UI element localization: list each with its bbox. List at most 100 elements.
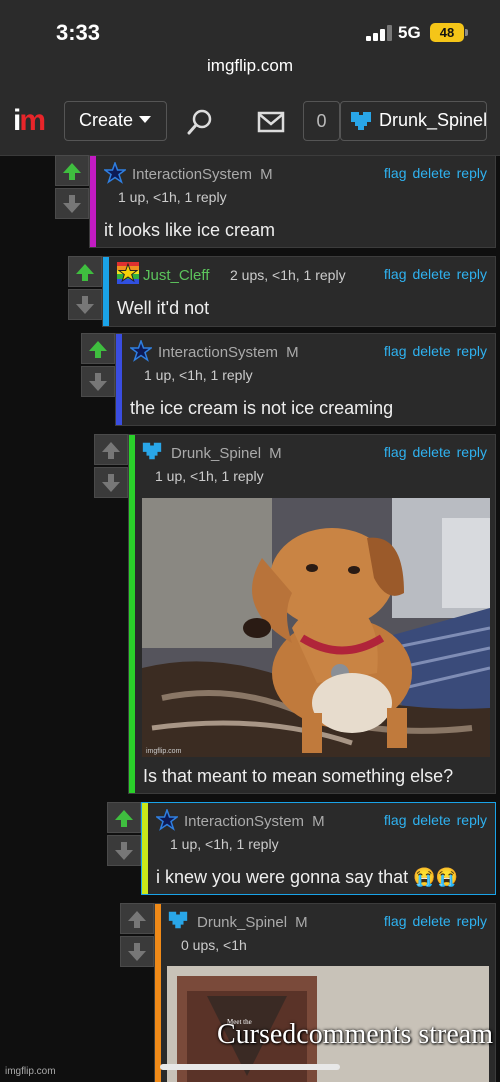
mod-badge: M — [269, 445, 282, 462]
user-menu-button[interactable]: Drunk_Spinel — [340, 101, 487, 141]
comment-author[interactable]: Just_Cleff — [143, 267, 209, 284]
downvote-arrow-icon — [128, 942, 146, 961]
reply-link[interactable]: reply — [457, 165, 487, 181]
upvote-button[interactable] — [55, 155, 89, 186]
reply-link[interactable]: reply — [457, 343, 487, 359]
status-time: 3:33 — [56, 20, 101, 45]
chevron-down-icon — [139, 116, 152, 123]
flag-link[interactable]: flag — [384, 165, 407, 181]
comment-meta: 0 ups, <1h — [181, 937, 247, 953]
username: Drunk_Spinel — [379, 110, 487, 130]
comment: Drunk_Spinel M flag delete reply 0 ups, <1h… — [154, 903, 496, 1082]
author-name: InteractionSystem — [158, 344, 279, 361]
delete-link[interactable]: delete — [412, 343, 450, 359]
heart-avatar-icon — [351, 112, 371, 130]
flag-link[interactable]: flag — [384, 444, 407, 460]
comment-actions: flag delete reply — [378, 444, 487, 460]
points-counter[interactable]: 0 — [303, 101, 340, 141]
comment-author[interactable]: InteractionSystem M — [158, 344, 299, 361]
author-name: InteractionSystem — [184, 813, 305, 830]
upvote-arrow-icon — [76, 263, 94, 281]
delete-link[interactable]: delete — [412, 165, 450, 181]
comment-author[interactable]: InteractionSystem M — [132, 166, 273, 183]
comment-actions: flag delete reply — [378, 343, 487, 359]
downvote-button[interactable] — [120, 936, 154, 967]
author-name: Drunk_Spinel — [197, 914, 288, 931]
upvote-arrow-icon — [89, 340, 107, 358]
imgflip-logo[interactable]: im — [13, 104, 46, 138]
downvote-button[interactable] — [68, 289, 102, 320]
search-icon[interactable] — [186, 108, 214, 136]
comment: Just_Cleff 2 ups, <1h, 1 reply flag delet… — [102, 256, 496, 327]
url-text: imgflip.com — [207, 56, 293, 75]
downvote-button[interactable] — [107, 835, 141, 866]
status-bar: 3:33 5G 48 — [0, 0, 500, 48]
downvote-button[interactable] — [94, 467, 128, 498]
upvote-button[interactable] — [107, 802, 141, 833]
create-label: Create — [79, 110, 134, 130]
create-button[interactable]: Create — [64, 101, 167, 141]
app-header: im Create 0 Drunk_Spinel — [0, 88, 500, 156]
comment-author[interactable]: InteractionSystem M — [184, 813, 325, 830]
mod-badge: M — [295, 914, 308, 931]
comment-meta: 1 up, <1h, 1 reply — [170, 836, 279, 852]
downvote-button[interactable] — [81, 366, 115, 397]
delete-link[interactable]: delete — [412, 812, 450, 828]
delete-link[interactable]: delete — [412, 444, 450, 460]
signal-icon — [366, 25, 392, 41]
upvote-button[interactable] — [81, 333, 115, 364]
comment-text: Well it'd not — [117, 298, 210, 318]
comment-actions: flag delete reply — [378, 165, 487, 181]
dog-image[interactable]: imgflip.com — [142, 498, 490, 757]
reply-link[interactable]: reply — [457, 266, 487, 282]
reply-link[interactable]: reply — [457, 444, 487, 460]
downvote-arrow-icon — [115, 841, 133, 860]
reply-link[interactable]: reply — [457, 913, 487, 929]
downvote-arrow-icon — [89, 372, 107, 391]
upvote-button[interactable] — [120, 903, 154, 934]
vote-controls — [55, 155, 89, 219]
comment: InteractionSystem M flag delete reply 1 up,… — [115, 333, 496, 426]
upvote-arrow-icon — [128, 910, 146, 928]
star-avatar-icon — [128, 338, 154, 362]
delete-link[interactable]: delete — [412, 266, 450, 282]
vote-controls — [120, 903, 154, 967]
home-indicator[interactable] — [160, 1064, 340, 1070]
upvote-button[interactable] — [94, 434, 128, 465]
vote-controls — [68, 256, 102, 320]
thread-bar — [90, 156, 96, 247]
comment: InteractionSystem M flag delete reply 1 up,… — [141, 802, 496, 895]
comment: Drunk_Spinel M flag delete reply 1 up, <1h,… — [128, 434, 496, 794]
rainbow-star-avatar-icon — [117, 262, 139, 284]
url-bar[interactable]: imgflip.com — [0, 48, 500, 88]
comment-actions: flag delete reply — [378, 266, 487, 282]
comment-author[interactable]: Drunk_Spinel M — [171, 445, 282, 462]
upvote-button[interactable] — [68, 256, 102, 287]
flag-link[interactable]: flag — [384, 913, 407, 929]
heart-avatar-icon — [142, 442, 162, 460]
page-watermark: imgflip.com — [5, 1066, 56, 1077]
flag-link[interactable]: flag — [384, 812, 407, 828]
mail-icon[interactable] — [257, 111, 285, 133]
downvote-arrow-icon — [102, 473, 120, 492]
upvote-arrow-icon — [115, 809, 133, 827]
downvote-button[interactable] — [55, 188, 89, 219]
downvote-arrow-icon — [76, 295, 94, 314]
battery-icon: 48 — [430, 23, 468, 42]
upvote-arrow-icon — [102, 441, 120, 459]
mod-badge: M — [286, 344, 299, 361]
comment-actions: flag delete reply — [378, 812, 487, 828]
delete-link[interactable]: delete — [412, 913, 450, 929]
author-name: Drunk_Spinel — [171, 445, 262, 462]
star-avatar-icon — [102, 160, 128, 184]
comment-actions: flag delete reply — [378, 913, 487, 929]
image-watermark: imgflip.com — [146, 748, 182, 755]
logo-m: m — [19, 104, 46, 137]
comment-text: i knew you were gonna say that 😭😭 — [156, 867, 458, 887]
vote-controls — [94, 434, 128, 498]
upvote-arrow-icon — [63, 162, 81, 180]
flag-link[interactable]: flag — [384, 343, 407, 359]
reply-link[interactable]: reply — [457, 812, 487, 828]
comment-author[interactable]: Drunk_Spinel M — [197, 914, 308, 931]
flag-link[interactable]: flag — [384, 266, 407, 282]
